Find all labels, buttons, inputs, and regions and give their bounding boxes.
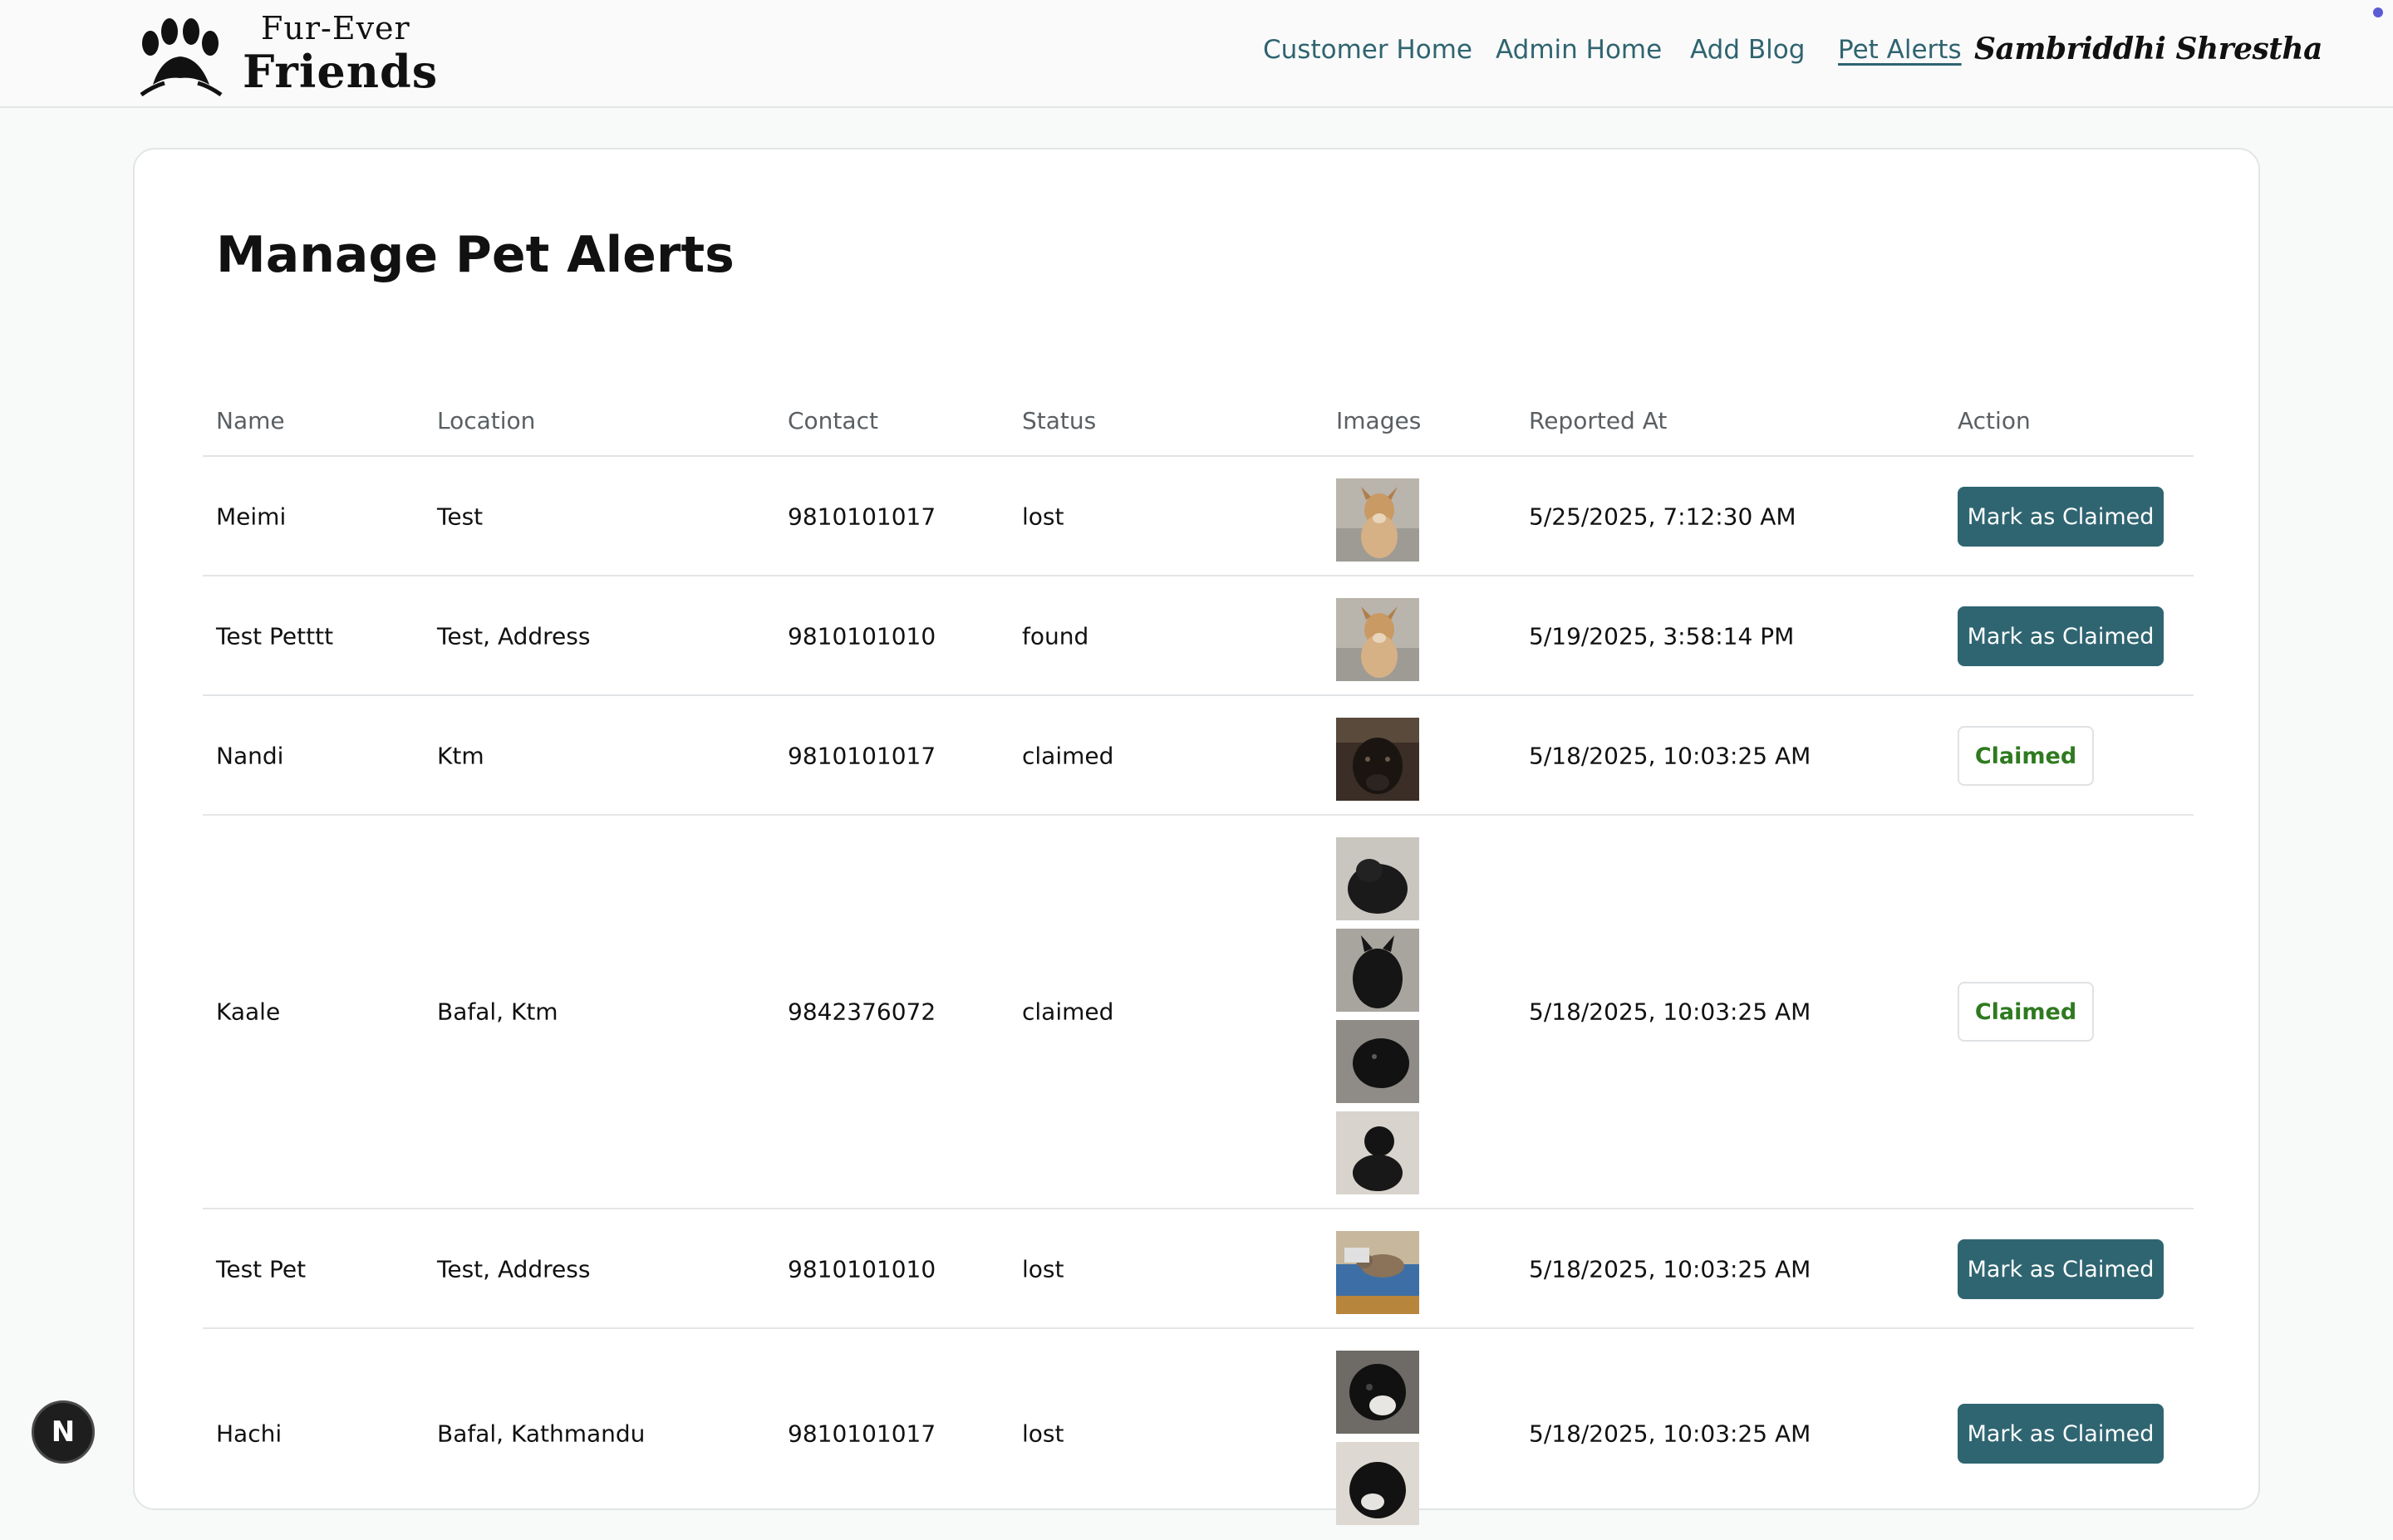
table-row: Nandi Ktm 9810101017 claimed 5/18/2025, … xyxy=(203,696,2194,816)
table-row: Test Petttt Test, Address 9810101010 fou… xyxy=(203,576,2194,696)
cell-location: Bafal, Ktm xyxy=(437,998,558,1026)
cell-name: Meimi xyxy=(216,503,287,531)
cell-reported-at: 5/18/2025, 10:03:25 AM xyxy=(1529,742,1811,770)
mark-as-claimed-button[interactable]: Mark as Claimed xyxy=(1958,606,2164,666)
mark-as-claimed-button[interactable]: Mark as Claimed xyxy=(1958,1239,2164,1299)
nav-link-add-blog[interactable]: Add Blog xyxy=(1690,35,1805,65)
mark-as-claimed-button[interactable]: Mark as Claimed xyxy=(1958,1404,2164,1464)
cell-name: Hachi xyxy=(216,1420,283,1448)
cell-location: Bafal, Kathmandu xyxy=(437,1420,646,1448)
table-row: Hachi Bafal, Kathmandu 9810101017 lost 5… xyxy=(203,1329,2194,1540)
header-reported-at: Reported At xyxy=(1529,407,1668,434)
brand-name-line2: Friends xyxy=(243,45,439,98)
pet-photo-black-dog[interactable] xyxy=(1336,929,1419,1012)
brand-logo[interactable]: Fur-Ever Friends xyxy=(136,7,439,100)
cell-reported-at: 5/19/2025, 3:58:14 PM xyxy=(1529,622,1795,650)
cell-reported-at: 5/18/2025, 10:03:25 AM xyxy=(1529,1420,1811,1448)
cell-images xyxy=(1336,837,1419,1194)
brand-name-line1: Fur-Ever xyxy=(261,10,410,47)
header-images: Images xyxy=(1336,407,1422,434)
header-status: Status xyxy=(1022,407,1097,434)
header-location: Location xyxy=(437,407,536,434)
paw-print-icon xyxy=(140,18,223,96)
status-dot xyxy=(2373,7,2383,17)
cell-images xyxy=(1336,1351,1419,1525)
cell-status: lost xyxy=(1022,503,1064,531)
pet-photo-black-dog[interactable] xyxy=(1336,837,1419,920)
cell-images xyxy=(1336,1231,1419,1314)
cell-contact: 9810101017 xyxy=(788,742,936,770)
cell-name: Test Pet xyxy=(216,1255,307,1283)
cell-name: Nandi xyxy=(216,742,284,770)
cell-location: Test xyxy=(437,503,484,531)
pet-photo-black-white-dog[interactable] xyxy=(1336,1442,1419,1525)
cell-status: claimed xyxy=(1022,742,1114,770)
header-action: Action xyxy=(1958,407,2031,434)
pet-photo-cat-on-blanket[interactable] xyxy=(1336,1231,1419,1314)
cell-images xyxy=(1336,478,1419,562)
table-header-row: Name Location Contact Status Images Repo… xyxy=(203,399,2194,457)
cell-status: lost xyxy=(1022,1420,1064,1448)
header-contact: Contact xyxy=(788,407,878,434)
user-name[interactable]: Sambriddhi Shrestha xyxy=(1974,32,2322,66)
cell-location: Test, Address xyxy=(437,622,591,650)
cell-name: Kaale xyxy=(216,998,281,1026)
mark-as-claimed-button[interactable]: Mark as Claimed xyxy=(1958,487,2164,547)
cell-images xyxy=(1336,718,1419,801)
top-navbar: Fur-Ever Friends Customer Home Admin Hom… xyxy=(0,0,2393,108)
cell-contact: 9810101017 xyxy=(788,503,936,531)
table-row: Meimi Test 9810101017 lost 5/25/2025, 7:… xyxy=(203,457,2194,576)
pet-alerts-table: Name Location Contact Status Images Repo… xyxy=(203,399,2194,1540)
pet-photo-tan-dog[interactable] xyxy=(1336,598,1419,681)
pet-photo-tan-dog[interactable] xyxy=(1336,478,1419,562)
cell-contact: 9810101010 xyxy=(788,622,936,650)
cell-contact: 9842376072 xyxy=(788,998,936,1026)
cell-reported-at: 5/18/2025, 10:03:25 AM xyxy=(1529,998,1811,1026)
header-name: Name xyxy=(216,407,285,434)
cell-contact: 9810101010 xyxy=(788,1255,936,1283)
cell-status: found xyxy=(1022,622,1089,650)
nav-link-pet-alerts[interactable]: Pet Alerts xyxy=(1838,35,1962,65)
table-row: Kaale Bafal, Ktm 9842376072 claimed 5/18… xyxy=(203,816,2194,1209)
claimed-badge: Claimed xyxy=(1958,982,2094,1042)
pet-photo-black-white-dog[interactable] xyxy=(1336,1351,1419,1434)
cell-location: Ktm xyxy=(437,742,484,770)
cell-contact: 9810101017 xyxy=(788,1420,936,1448)
cell-images xyxy=(1336,598,1419,681)
content-card: Manage Pet Alerts Name Location Contact … xyxy=(133,148,2260,1525)
page-title: Manage Pet Alerts xyxy=(216,226,735,284)
cell-location: Test, Address xyxy=(437,1255,591,1283)
cell-name: Test Petttt xyxy=(216,622,334,650)
cell-reported-at: 5/18/2025, 10:03:25 AM xyxy=(1529,1255,1811,1283)
nav-link-admin-home[interactable]: Admin Home xyxy=(1496,35,1662,65)
table-row: Test Pet Test, Address 9810101010 lost 5… xyxy=(203,1209,2194,1329)
nextjs-dev-indicator[interactable]: N xyxy=(32,1400,95,1464)
cell-status: claimed xyxy=(1022,998,1114,1026)
cell-reported-at: 5/25/2025, 7:12:30 AM xyxy=(1529,503,1796,531)
nav-link-customer-home[interactable]: Customer Home xyxy=(1263,35,1472,65)
pet-photo-black-dog[interactable] xyxy=(1336,1111,1419,1194)
pet-photo-dark-calf[interactable] xyxy=(1336,718,1419,801)
claimed-badge: Claimed xyxy=(1958,726,2094,786)
pet-photo-black-dog[interactable] xyxy=(1336,1020,1419,1103)
cell-status: lost xyxy=(1022,1255,1064,1283)
